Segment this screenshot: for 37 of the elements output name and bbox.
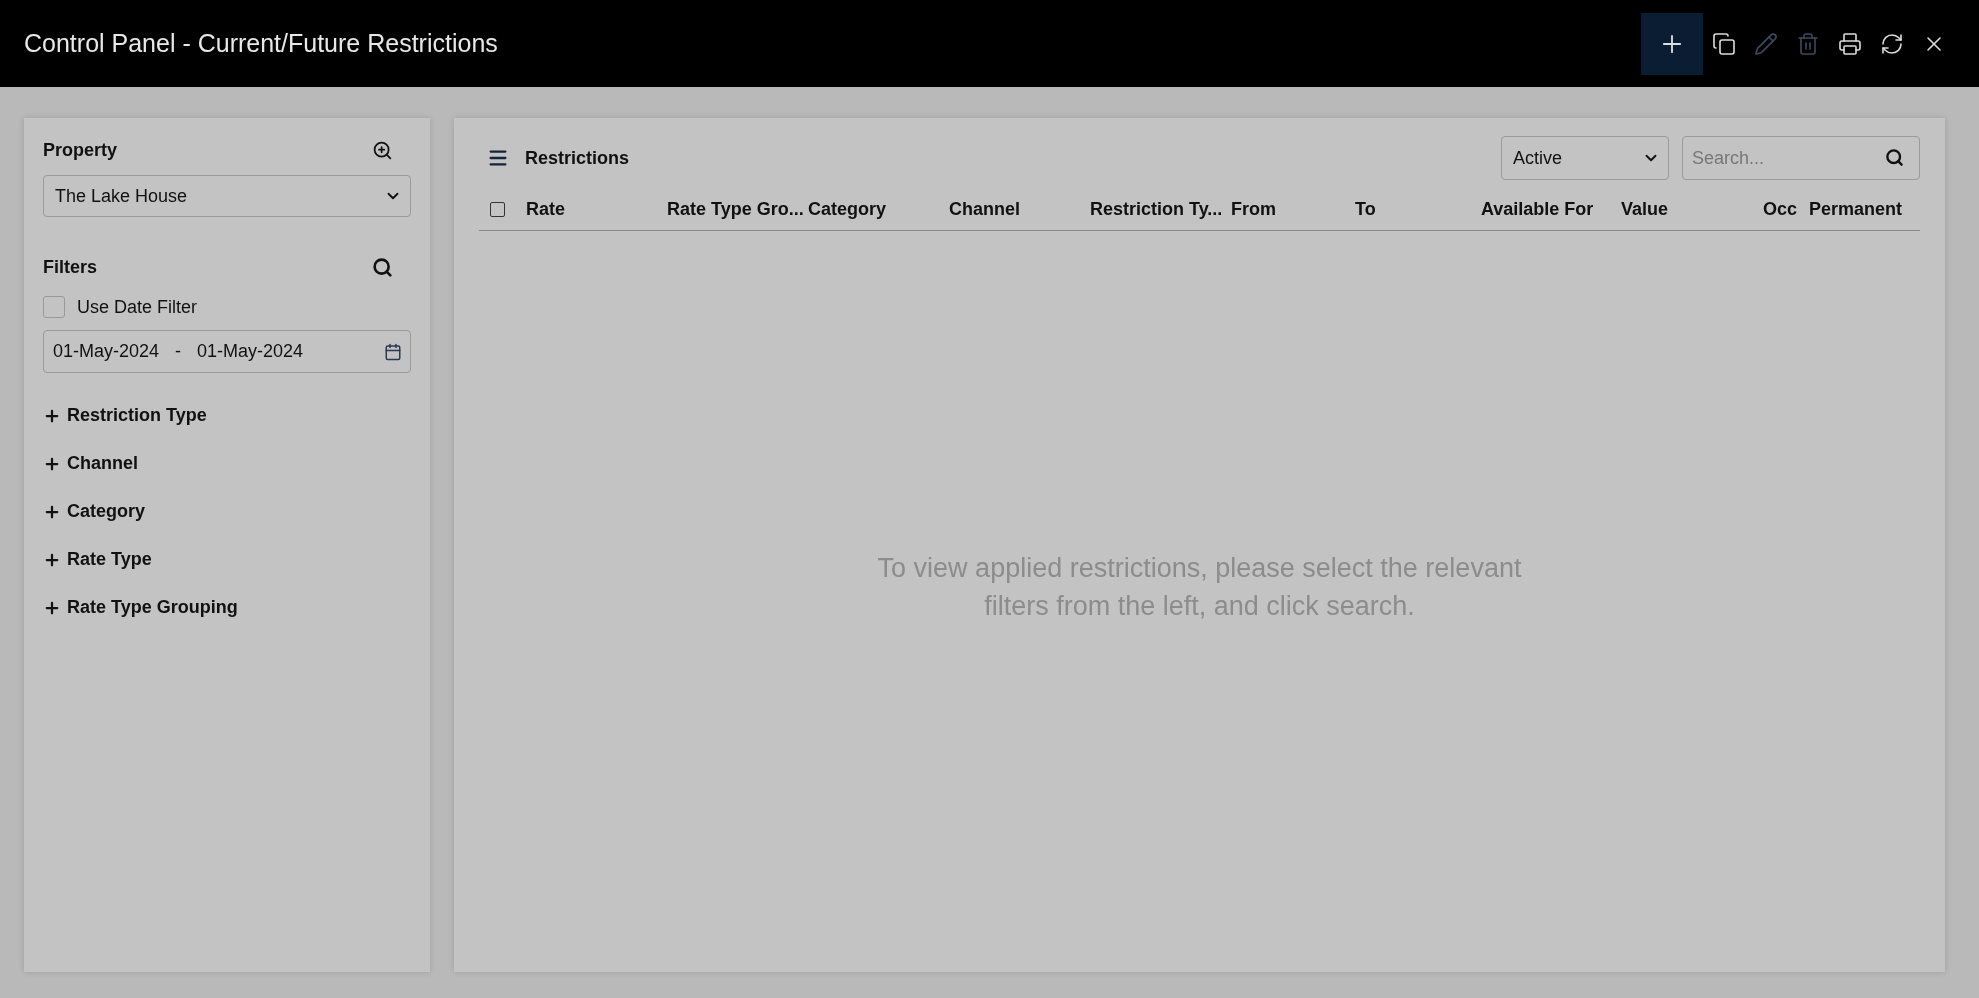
column-header: From [1231, 198, 1277, 220]
menu-button[interactable] [487, 147, 509, 169]
zoom-in-button[interactable] [372, 140, 393, 161]
date-filter-label: Use Date Filter [77, 296, 198, 318]
printer-icon [1838, 31, 1862, 56]
search-button[interactable] [372, 257, 393, 278]
search-icon[interactable] [1885, 148, 1904, 167]
search-field[interactable]: Search... [1682, 136, 1920, 180]
property-select[interactable]: The Lake House [43, 175, 411, 217]
refresh-icon [1880, 31, 1904, 56]
column-header: Channel [949, 198, 1021, 220]
window-title: Control Panel - Current/Future Restrictions [24, 29, 498, 58]
status-select[interactable]: Active [1501, 136, 1669, 180]
filter-section-toggle[interactable]: Restriction Type [43, 405, 207, 426]
filter-section-toggle[interactable]: Channel [43, 453, 138, 474]
filter-section-toggle[interactable]: Category [43, 501, 146, 522]
column-header: Category [808, 198, 888, 220]
panel-title: Restrictions [525, 147, 630, 169]
column-header: Rate [526, 198, 566, 220]
property-label: Property [43, 140, 118, 161]
column-header: Restriction Ty... [1090, 198, 1224, 220]
column-header: To [1355, 198, 1377, 220]
date-filter-checkbox[interactable] [43, 296, 65, 318]
calendar-icon [384, 342, 402, 361]
column-header: Permanent [1809, 198, 1904, 220]
filter-section-toggle[interactable]: Rate Type [43, 549, 152, 570]
filter-section-toggle[interactable]: Rate Type Grouping [43, 597, 238, 618]
date-range-field[interactable]: 01-May-2024 - 01-May-2024 [43, 330, 411, 373]
trash-icon [1796, 31, 1820, 56]
filters-label: Filters [43, 257, 98, 278]
column-header: Value [1621, 198, 1670, 220]
select-all-checkbox[interactable] [490, 201, 505, 217]
copy-icon [1712, 31, 1736, 56]
column-header: Rate Type Gro... [667, 198, 805, 220]
pencil-icon [1754, 31, 1778, 56]
column-header: Occ [1763, 198, 1799, 220]
column-header: Available For [1481, 198, 1595, 220]
